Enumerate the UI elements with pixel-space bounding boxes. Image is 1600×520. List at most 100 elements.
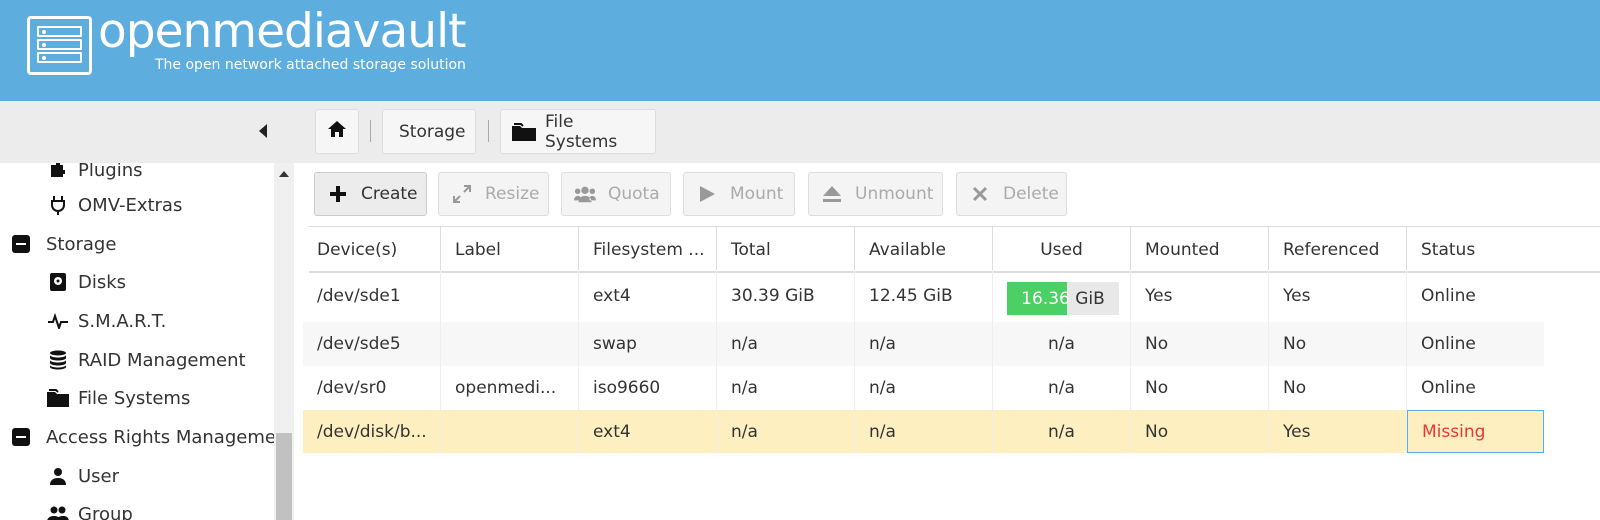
sidebar-item-group[interactable]: Group (46, 495, 133, 520)
sidebar-item-access-rights[interactable]: Access Rights Management (12, 418, 294, 456)
cell-label (441, 270, 579, 322)
column-header-devices[interactable]: Device(s) (303, 226, 441, 273)
table-row[interactable]: /dev/sde5 swap n/a n/a n/a No No Online (303, 322, 1544, 366)
sidebar-item-label: Access Rights Management (46, 426, 294, 448)
cell-label (441, 322, 579, 366)
unmount-label: Unmount (855, 184, 934, 204)
collapse-minus-icon[interactable] (12, 235, 30, 253)
breadcrumb-home[interactable] (315, 109, 359, 154)
cell-used: 16.36 GiB (993, 270, 1131, 322)
column-header-referenced[interactable]: Referenced (1269, 226, 1407, 273)
breadcrumb-storage[interactable]: Storage (382, 109, 476, 154)
column-header-label[interactable]: Label (441, 226, 579, 273)
mount-button[interactable]: Mount (683, 172, 795, 216)
sidebar-item-smart[interactable]: S.M.A.R.T. (46, 302, 166, 340)
collapse-sidebar-icon[interactable] (256, 122, 270, 140)
plus-icon (327, 183, 349, 205)
cell-referenced: No (1269, 366, 1407, 410)
cell-mounted: No (1131, 410, 1269, 453)
sidebar-navigation: Plugins OMV-Extras Storage Disks S.M.A.R… (0, 163, 294, 520)
sidebar-item-label: Disks (78, 271, 127, 293)
table-row[interactable]: /dev/sr0 openmedi... iso9660 n/a n/a n/a… (303, 366, 1544, 410)
scrollbar-thumb[interactable] (276, 433, 292, 520)
column-header-status[interactable]: Status (1407, 226, 1545, 273)
sidebar-item-storage[interactable]: Storage (12, 225, 116, 263)
cell-device: /dev/sr0 (303, 366, 441, 410)
cell-label: openmedi... (441, 366, 579, 410)
cell-total: n/a (717, 322, 855, 366)
column-header-filesystem[interactable]: Filesystem ... (579, 226, 717, 273)
resize-label: Resize (485, 184, 540, 204)
create-label: Create (361, 184, 418, 204)
nav-toggle-bar (0, 101, 294, 163)
cell-mounted: No (1131, 322, 1269, 366)
cell-mounted: No (1131, 366, 1269, 410)
sidebar-item-user[interactable]: User (46, 457, 119, 495)
usage-unit: GiB (1075, 288, 1105, 309)
app-header: openmediavault The open network attached… (0, 0, 1600, 101)
column-header-used[interactable]: Used (993, 226, 1131, 273)
cell-status: Online (1421, 334, 1476, 354)
cell-filesystem: ext4 (579, 270, 717, 322)
usage-bar: 16.36 GiB (1007, 282, 1119, 315)
database-icon (46, 348, 70, 372)
cell-used: n/a (993, 366, 1131, 410)
sidebar-item-label: User (78, 465, 120, 487)
cell-available: n/a (855, 322, 993, 366)
sidebar-item-omv-extras[interactable]: OMV-Extras (46, 186, 182, 224)
cell-available: 12.45 GiB (855, 270, 993, 322)
cell-filesystem: iso9660 (579, 366, 717, 410)
breadcrumb-file-systems[interactable]: File Systems (500, 109, 656, 154)
cell-referenced: No (1269, 322, 1407, 366)
column-header-available[interactable]: Available (855, 226, 993, 273)
breadcrumb-label: Storage (399, 121, 466, 142)
sidebar-item-label: S.M.A.R.T. (78, 310, 167, 332)
cell-device: /dev/disk/b... (303, 410, 441, 453)
column-header-total[interactable]: Total (717, 226, 855, 273)
resize-button[interactable]: Resize (438, 172, 549, 216)
sidebar-item-raid-management[interactable]: RAID Management (46, 341, 246, 379)
column-header-mounted[interactable]: Mounted (1131, 226, 1269, 273)
close-icon (969, 183, 991, 205)
delete-label: Delete (1003, 184, 1059, 204)
folder-icon (511, 122, 537, 142)
users-icon (574, 183, 596, 205)
mount-label: Mount (730, 184, 784, 204)
cell-total: 30.39 GiB (717, 270, 855, 322)
cell-referenced: Yes (1269, 410, 1407, 453)
sidebar-item-label: Plugins (78, 163, 143, 181)
sidebar-scrollbar[interactable] (274, 163, 294, 520)
group-icon (46, 502, 70, 520)
cell-used: n/a (993, 322, 1131, 366)
unmount-button[interactable]: Unmount (808, 172, 943, 216)
pulse-icon (46, 309, 70, 333)
sidebar-item-file-systems[interactable]: File Systems (46, 379, 190, 417)
brand-name: openmediavault (98, 4, 467, 59)
plug-icon (46, 193, 70, 217)
quota-label: Quota (608, 184, 660, 204)
table-row-selected[interactable]: /dev/disk/b... ext4 n/a n/a n/a No Yes M… (303, 410, 1544, 453)
breadcrumb-label: File Systems (545, 111, 618, 152)
sidebar-item-label: Storage (46, 233, 117, 255)
create-button[interactable]: Create (314, 172, 427, 216)
quota-button[interactable]: Quota (561, 172, 671, 216)
cell-total: n/a (717, 410, 855, 453)
collapse-minus-icon[interactable] (12, 428, 30, 446)
breadcrumb-separator (370, 120, 371, 142)
cell-available: n/a (855, 410, 993, 453)
user-icon (46, 464, 70, 488)
cell-status-missing[interactable]: Missing (1407, 410, 1544, 453)
cell-status: Online (1421, 286, 1476, 306)
sidebar-item-label: File Systems (78, 387, 191, 409)
eject-icon (821, 183, 843, 205)
table-row[interactable]: /dev/sde1 ext4 30.39 GiB 12.45 GiB 16.36… (303, 270, 1544, 322)
sidebar-item-label: OMV-Extras (78, 194, 183, 216)
delete-button[interactable]: Delete (956, 172, 1067, 216)
scroll-up-icon[interactable] (279, 171, 289, 177)
brand-tagline: The open network attached storage soluti… (155, 57, 466, 73)
sidebar-item-disks[interactable]: Disks (46, 263, 126, 301)
cell-referenced: Yes (1269, 270, 1407, 322)
cell-mounted: Yes (1131, 270, 1269, 322)
breadcrumb-separator (488, 120, 489, 142)
cell-used: n/a (993, 410, 1131, 453)
